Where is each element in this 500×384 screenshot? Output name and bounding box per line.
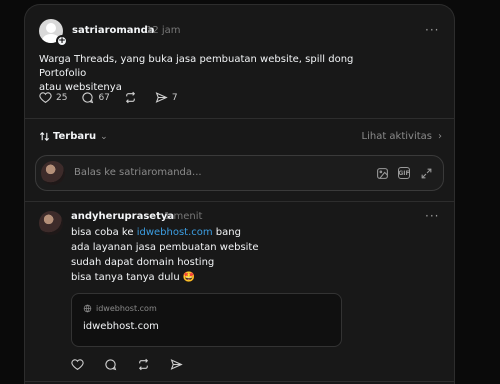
- comment-text-part: bisa coba ke: [71, 227, 137, 238]
- post-text: Warga Threads, yang buka jasa pembuatan …: [39, 53, 399, 95]
- reply-tools: GIF: [366, 166, 433, 180]
- comment-avatar[interactable]: [39, 211, 63, 235]
- repost-icon: [138, 358, 149, 371]
- link-domain: idwebhost.com: [83, 304, 157, 313]
- comment-actions: [71, 358, 201, 371]
- comment-reply-button[interactable]: [104, 358, 121, 371]
- globe-icon: [83, 304, 92, 313]
- divider: [25, 118, 454, 119]
- comment-like-button[interactable]: [71, 358, 88, 371]
- gif-icon[interactable]: GIF: [398, 167, 410, 179]
- comment-icon: [105, 359, 117, 371]
- thread-card: + satriaromanda 12 jam ··· Warga Threads…: [24, 4, 455, 384]
- share-count: 7: [171, 92, 178, 103]
- repost-icon: [125, 91, 135, 104]
- comment-line: bisa tanya tanya dulu 🤩: [71, 272, 196, 283]
- divider: [25, 381, 454, 382]
- sort-row: Terbaru ⌄ Lihat aktivitas ›: [39, 131, 442, 147]
- reply-input[interactable]: Balas ke satriaromanda...: [74, 167, 202, 178]
- comment-share-button[interactable]: [170, 358, 187, 371]
- comment-count: 67: [98, 92, 110, 103]
- follow-plus-icon[interactable]: +: [56, 35, 68, 47]
- activity-label: Lihat aktivitas: [361, 131, 433, 142]
- expand-icon[interactable]: [419, 166, 433, 180]
- heart-icon: [39, 92, 52, 104]
- reply-box[interactable]: Balas ke satriaromanda... GIF: [35, 155, 444, 191]
- link-domain-text: idwebhost.com: [96, 304, 157, 313]
- comment-username[interactable]: andyheruprasetya: [71, 211, 174, 222]
- comment-text-part: bang: [212, 227, 241, 238]
- heart-icon: [71, 359, 84, 371]
- comment-link[interactable]: idwebhost.com: [137, 227, 213, 238]
- view-activity-link[interactable]: Lihat aktivitas ›: [362, 131, 443, 142]
- send-icon: [170, 359, 183, 370]
- post-actions: 25 67 7: [39, 91, 192, 104]
- post-text-line: Warga Threads, yang buka jasa pembuatan …: [39, 54, 354, 79]
- post-avatar[interactable]: +: [39, 19, 68, 47]
- sort-dropdown[interactable]: Terbaru ⌄: [39, 131, 108, 142]
- chevron-right-icon: ›: [438, 131, 442, 142]
- link-title: idwebhost.com: [83, 321, 159, 332]
- comment-text: bisa coba ke idwebhost.com bang ada laya…: [71, 225, 371, 285]
- post-username[interactable]: satriaromanda: [72, 25, 155, 36]
- comment-line: bisa coba ke idwebhost.com bang: [71, 225, 371, 240]
- chevron-down-icon: ⌄: [100, 131, 108, 142]
- repost-button[interactable]: [124, 91, 141, 104]
- link-preview-card[interactable]: idwebhost.com idwebhost.com: [71, 293, 342, 347]
- post-time: 12 jam: [146, 25, 181, 36]
- like-button[interactable]: 25: [39, 91, 67, 104]
- sort-label: Terbaru: [53, 131, 97, 142]
- comment-repost-button[interactable]: [137, 358, 154, 371]
- comment-more-icon[interactable]: ···: [425, 209, 439, 223]
- comment-line: ada layanan jasa pembuatan website: [71, 242, 259, 253]
- comment-button[interactable]: 67: [81, 91, 110, 104]
- image-icon[interactable]: [375, 166, 389, 180]
- comment-line: sudah dapat domain hosting: [71, 257, 215, 268]
- post-more-icon[interactable]: ···: [425, 23, 439, 37]
- send-icon: [155, 92, 168, 103]
- sort-arrows-icon: [39, 132, 50, 141]
- share-button[interactable]: 7: [155, 91, 178, 104]
- comment-icon: [82, 92, 94, 104]
- current-user-avatar: [41, 161, 65, 185]
- comment-time: 1 menit: [164, 211, 203, 222]
- divider: [25, 201, 454, 202]
- like-count: 25: [56, 92, 68, 103]
